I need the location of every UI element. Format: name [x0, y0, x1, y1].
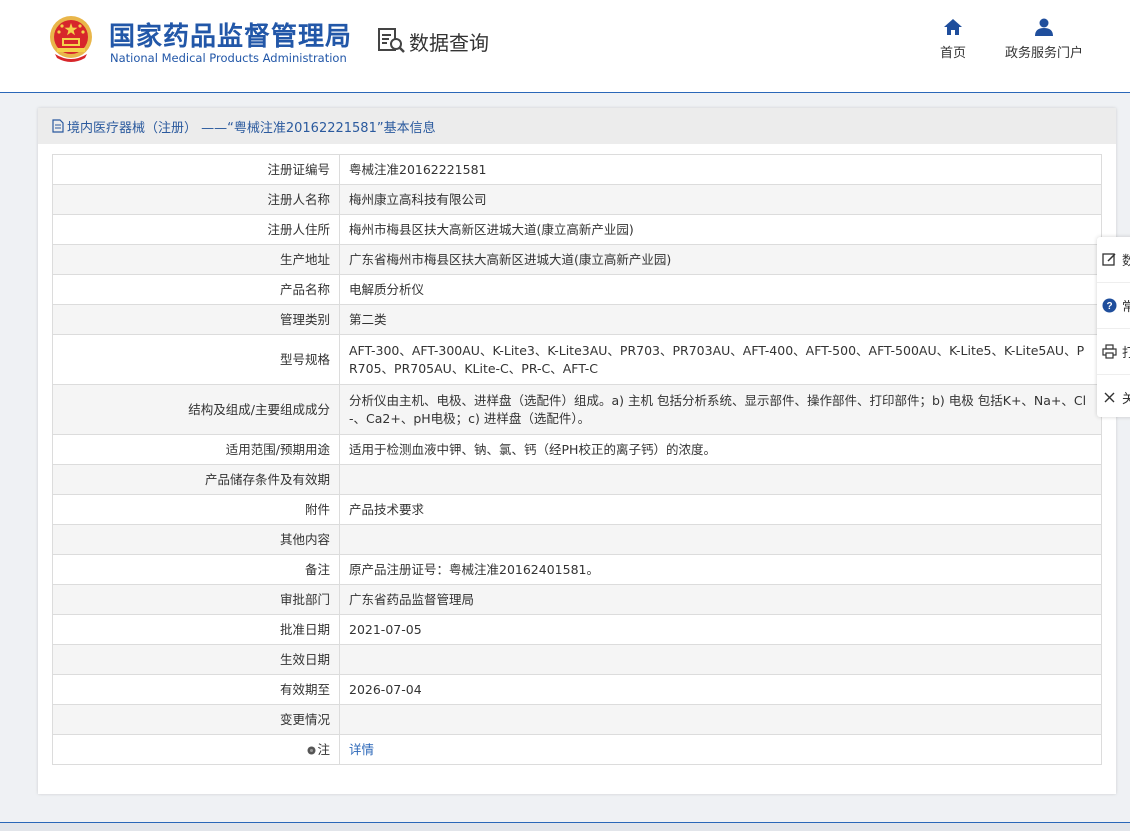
field-value: 适用于检测血液中钾、钠、氯、钙（经PH校正的离子钙）的浓度。	[339, 434, 1102, 465]
help-icon: ?	[1102, 298, 1117, 313]
table-row: 产品储存条件及有效期	[52, 464, 1102, 495]
field-value: 粤械注准20162221581	[339, 154, 1102, 185]
field-value: AFT-300、AFT-300AU、K-Lite3、K-Lite3AU、PR70…	[339, 334, 1102, 385]
side-item-data-label: 数	[1122, 250, 1130, 269]
note-label: 注	[317, 741, 330, 757]
field-value: 第二类	[339, 304, 1102, 335]
field-label: 注册证编号	[52, 154, 340, 185]
side-item-data[interactable]: 数	[1097, 237, 1130, 283]
field-label: 注册人住所	[52, 214, 340, 245]
field-label: 产品名称	[52, 274, 340, 305]
field-label: 型号规格	[52, 334, 340, 385]
user-icon	[1035, 18, 1053, 36]
table-row: 注册人住所 梅州市梅县区扶大高新区进城大道(康立高新产业园)	[52, 214, 1102, 245]
field-label: 生产地址	[52, 244, 340, 275]
field-value: 广东省药品监督管理局	[339, 584, 1102, 615]
side-item-print-label: 打	[1122, 342, 1130, 361]
side-item-close[interactable]: 关	[1097, 375, 1130, 420]
card-title-bar: 境内医疗器械（注册） ——“粤械注准20162221581”基本信息	[38, 108, 1116, 144]
floating-side-panel: 数 ? 常 打 关	[1097, 237, 1130, 417]
print-icon	[1102, 344, 1117, 359]
field-label: 结构及组成/主要组成成分	[52, 384, 340, 435]
table-row: 有效期至 2026-07-04	[52, 674, 1102, 705]
edit-icon	[1102, 253, 1116, 266]
table-row: 审批部门 广东省药品监督管理局	[52, 584, 1102, 615]
note-value-cell: 详情	[339, 734, 1102, 765]
document-search-icon	[378, 28, 405, 53]
field-value	[339, 524, 1102, 555]
basic-info-card: 境内医疗器械（注册） ——“粤械注准20162221581”基本信息 注册证编号…	[38, 108, 1116, 794]
field-value	[339, 644, 1102, 675]
details-link[interactable]: 详情	[349, 742, 374, 757]
side-item-help-label: 常	[1122, 296, 1130, 315]
field-value: 原产品注册证号：粤械注准20162401581。	[339, 554, 1102, 585]
field-label: 批准日期	[52, 614, 340, 645]
table-row: 结构及组成/主要组成成分 分析仪由主机、电极、进样盘（选配件）组成。a) 主机 包…	[52, 384, 1102, 435]
data-query-title[interactable]: 数据查询	[377, 27, 489, 55]
field-label: 注册人名称	[52, 184, 340, 215]
site-header: 国家药品监督管理局 National Medical Products Admi…	[0, 0, 1130, 93]
field-value	[339, 464, 1102, 495]
field-label: 有效期至	[52, 674, 340, 705]
nav-portal-label: 政务服务门户	[1004, 46, 1083, 61]
document-icon	[52, 119, 64, 133]
nav-home-label: 首页	[939, 46, 966, 61]
field-label: 产品储存条件及有效期	[52, 464, 340, 495]
side-item-print[interactable]: 打	[1097, 329, 1130, 375]
national-emblem-icon	[50, 16, 92, 62]
table-row: 注 详情	[52, 734, 1102, 765]
data-query-label: 数据查询	[409, 30, 489, 55]
field-value: 梅州市梅县区扶大高新区进城大道(康立高新产业园)	[339, 214, 1102, 245]
field-label: 附件	[52, 494, 340, 525]
card-title: 境内医疗器械（注册） ——“粤械注准20162221581”基本信息	[67, 120, 436, 136]
field-value: 2021-07-05	[339, 614, 1102, 645]
field-label: 管理类别	[52, 304, 340, 335]
field-value	[339, 704, 1102, 735]
table-row: 适用范围/预期用途 适用于检测血液中钾、钠、氯、钙（经PH校正的离子钙）的浓度。	[52, 434, 1102, 465]
field-label: 适用范围/预期用途	[52, 434, 340, 465]
home-icon	[944, 19, 962, 35]
table-row: 批准日期 2021-07-05	[52, 614, 1102, 645]
field-value: 产品技术要求	[339, 494, 1102, 525]
table-row: 型号规格 AFT-300、AFT-300AU、K-Lite3、K-Lite3AU、…	[52, 334, 1102, 385]
side-item-close-label: 关	[1122, 392, 1130, 407]
table-row: 注册证编号 粤械注准20162221581	[52, 154, 1102, 185]
table-row: 其他内容	[52, 524, 1102, 555]
field-label: 其他内容	[52, 524, 340, 555]
table-row: 生效日期	[52, 644, 1102, 675]
note-label-cell: 注	[52, 734, 340, 765]
field-value: 电解质分析仪	[339, 274, 1102, 305]
side-item-help[interactable]: ? 常	[1097, 283, 1130, 329]
field-label: 变更情况	[52, 704, 340, 735]
nav-home-link[interactable]: 首页	[933, 18, 973, 61]
table-row: 生产地址 广东省梅州市梅县区扶大高新区进城大道(康立高新产业园)	[52, 244, 1102, 275]
field-value: 梅州康立高科技有限公司	[339, 184, 1102, 215]
field-label: 备注	[52, 554, 340, 585]
table-row: 管理类别 第二类	[52, 304, 1102, 335]
field-value: 分析仪由主机、电极、进样盘（选配件）组成。a) 主机 包括分析系统、显示部件、操…	[339, 384, 1102, 435]
table-row: 变更情况	[52, 704, 1102, 735]
field-label: 审批部门	[52, 584, 340, 615]
site-logo-cn[interactable]: 国家药品监督管理局	[109, 16, 352, 53]
info-table: 注册证编号 粤械注准20162221581 注册人名称 梅州康立高科技有限公司 注册…	[52, 154, 1102, 765]
nav-portal-link[interactable]: 政务服务门户	[1000, 18, 1088, 61]
table-row: 产品名称 电解质分析仪	[52, 274, 1102, 305]
field-value: 广东省梅州市梅县区扶大高新区进城大道(康立高新产业园)	[339, 244, 1102, 275]
table-row: 附件 产品技术要求	[52, 494, 1102, 525]
site-logo-en[interactable]: National Medical Products Administration	[110, 51, 347, 65]
table-row: 注册人名称 梅州康立高科技有限公司	[52, 184, 1102, 215]
field-label: 生效日期	[52, 644, 340, 675]
field-value: 2026-07-04	[339, 674, 1102, 705]
close-icon	[1104, 392, 1115, 403]
svg-text:?: ?	[1106, 301, 1112, 312]
table-row: 备注 原产品注册证号：粤械注准20162401581。	[52, 554, 1102, 585]
info-dot-icon	[307, 746, 316, 754]
